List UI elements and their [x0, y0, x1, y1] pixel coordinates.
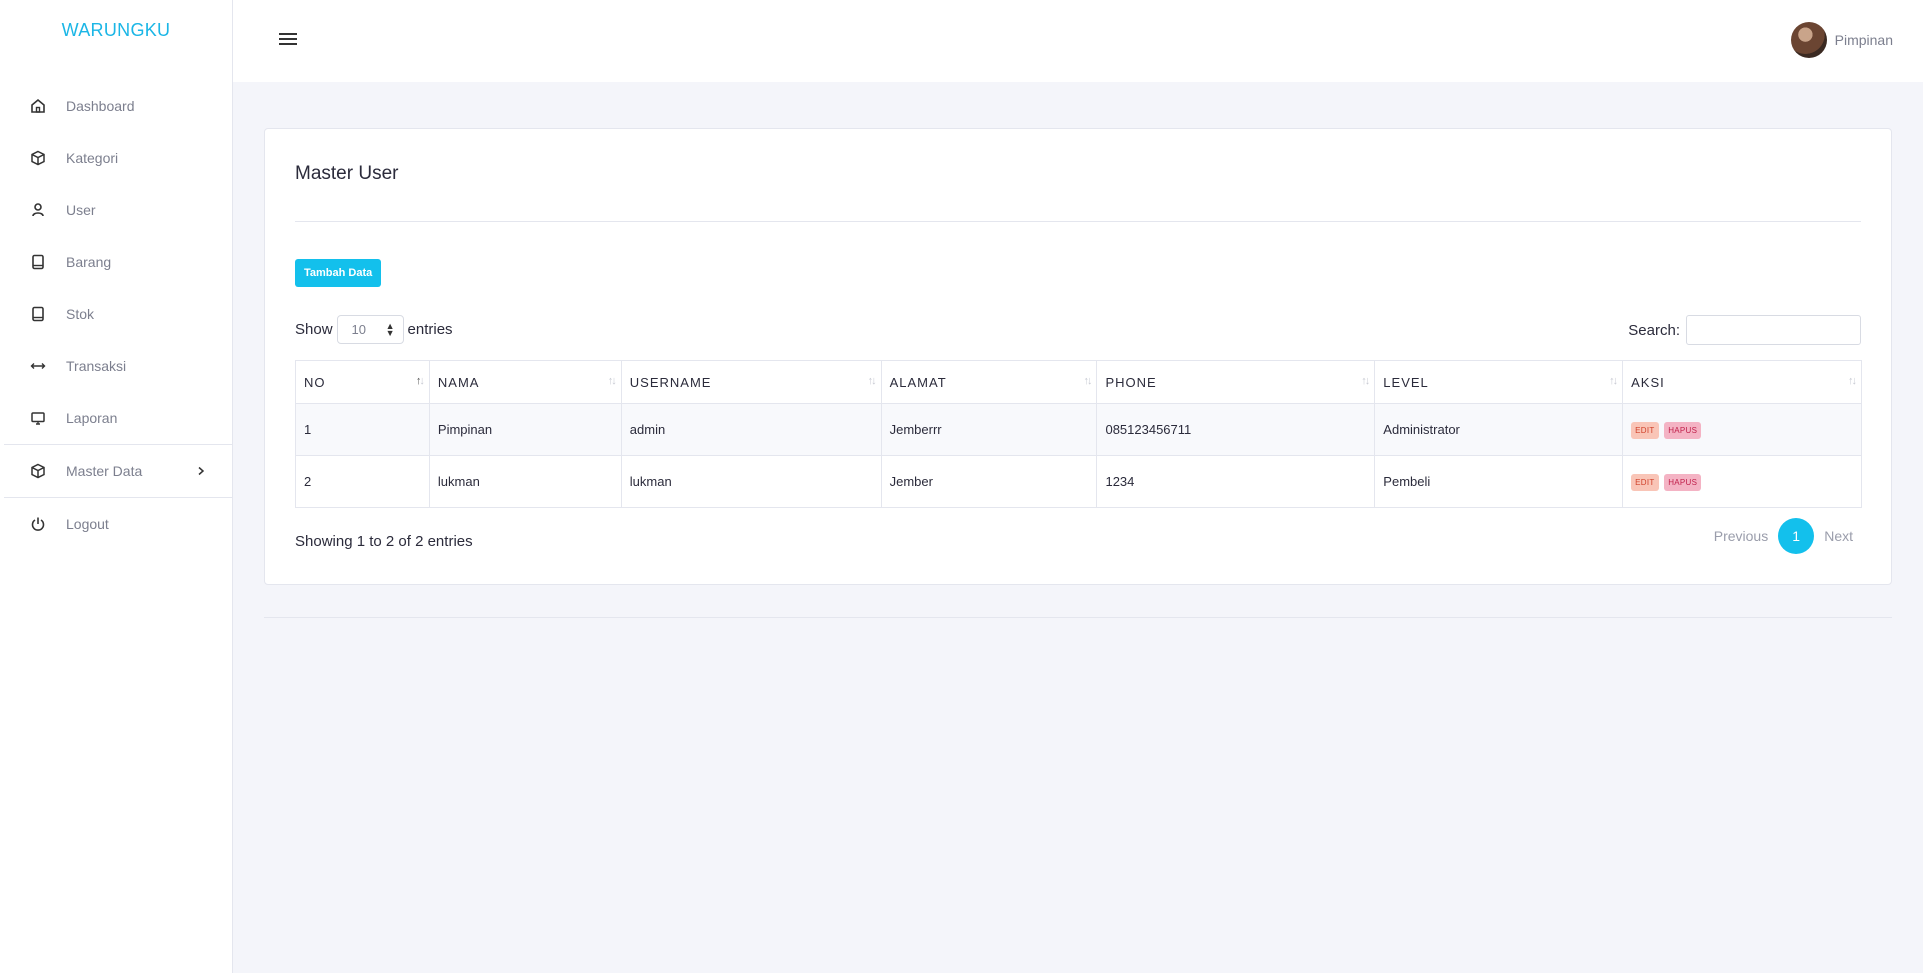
- home-icon: [30, 98, 46, 114]
- pagination-page-1[interactable]: 1: [1778, 518, 1815, 554]
- chevron-right-icon: [196, 463, 206, 479]
- cell-aksi: EDIT HAPUS: [1622, 403, 1862, 456]
- column-header-level[interactable]: LEVEL ↑↓: [1374, 360, 1624, 404]
- delete-button[interactable]: HAPUS: [1664, 473, 1702, 491]
- sidebar-item-barang[interactable]: Barang: [0, 236, 232, 288]
- table-search: Search:: [1628, 315, 1861, 345]
- show-label: Show: [295, 321, 333, 338]
- cell-no: 2: [295, 455, 430, 508]
- sort-icon: ↑↓: [1361, 375, 1370, 387]
- page-title: Master User: [295, 163, 399, 184]
- user-profile-menu[interactable]: Pimpinan: [1790, 22, 1893, 58]
- sort-icon: ↑↓: [415, 375, 425, 387]
- cell-level: Administrator: [1374, 403, 1624, 456]
- column-header-phone[interactable]: PHONE ↑↓: [1096, 360, 1376, 404]
- cube-icon: [30, 463, 46, 479]
- sidebar-item-label: Logout: [66, 516, 109, 532]
- column-header-aksi[interactable]: AKSI ↑↓: [1622, 360, 1862, 404]
- power-icon: [30, 516, 46, 532]
- sidebar-item-label: Transaksi: [66, 358, 127, 374]
- sidebar-item-label: Laporan: [66, 410, 118, 426]
- footer-divider: [264, 617, 1892, 618]
- entries-label: entries: [407, 321, 453, 338]
- cell-phone: 1234: [1096, 455, 1376, 508]
- cube-icon: [30, 150, 46, 166]
- table-info: Showing 1 to 2 of 2 entries: [295, 533, 473, 550]
- sort-icon: ↑↓: [1609, 375, 1618, 387]
- cell-nama: lukman: [428, 455, 622, 508]
- master-user-card: Master User Tambah Data Show 10 ▲ ▼ entri…: [264, 128, 1892, 585]
- sidebar-item-logout[interactable]: Logout: [0, 498, 232, 550]
- entries-length-select[interactable]: 10 ▲ ▼: [336, 315, 404, 344]
- entries-length-value: 10: [351, 322, 366, 337]
- profile-name: Pimpinan: [1834, 32, 1893, 48]
- sidebar-item-label: Master Data: [66, 463, 143, 479]
- divider: [295, 221, 1861, 222]
- column-header-alamat[interactable]: ALAMAT ↑↓: [880, 360, 1098, 404]
- search-input[interactable]: [1686, 315, 1861, 345]
- cell-alamat: Jember: [880, 455, 1098, 508]
- column-header-no[interactable]: NO ↑↓: [295, 360, 430, 404]
- pagination-previous[interactable]: Previous: [1706, 528, 1776, 544]
- brand-logo[interactable]: WARUNGKU: [0, 20, 232, 41]
- sidebar-item-laporan[interactable]: Laporan: [0, 392, 232, 444]
- sidebar-nav: Dashboard Kategori User Barang Stok Tran…: [0, 80, 232, 550]
- topbar: Pimpinan: [233, 0, 1923, 82]
- cell-no: 1: [295, 403, 430, 456]
- edit-button[interactable]: EDIT: [1631, 421, 1659, 439]
- entries-length-control: Show 10 ▲ ▼ entries: [295, 315, 453, 344]
- sidebar: WARUNGKU Dashboard Kategori User Barang: [0, 0, 233, 973]
- column-header-nama[interactable]: NAMA ↑↓: [428, 360, 622, 404]
- sidebar-item-label: Stok: [66, 306, 95, 322]
- sort-icon: ↑↓: [867, 375, 877, 387]
- sidebar-item-label: User: [66, 202, 96, 218]
- cell-phone: 085123456711: [1096, 403, 1376, 456]
- sidebar-item-label: Dashboard: [66, 98, 135, 114]
- column-header-username[interactable]: USERNAME ↑↓: [620, 360, 882, 404]
- table-header-row: NO ↑↓ NAMA ↑↓ USERNAME ↑↓ ALAMAT ↑↓ PHONE ↑↓ …: [295, 360, 1862, 404]
- cell-username: lukman: [620, 455, 882, 508]
- table-row: 2 lukman lukman Jember 1234 Pembeli EDIT…: [295, 455, 1862, 508]
- book-icon: [30, 254, 46, 270]
- sidebar-item-transaksi[interactable]: Transaksi: [0, 340, 232, 392]
- book-icon: [30, 306, 46, 322]
- sidebar-item-master-data[interactable]: Master Data: [0, 445, 232, 497]
- sidebar-item-kategori[interactable]: Kategori: [0, 132, 232, 184]
- sort-icon: ↑↓: [607, 375, 617, 387]
- user-table: NO ↑↓ NAMA ↑↓ USERNAME ↑↓ ALAMAT ↑↓ PHONE ↑↓ …: [295, 360, 1862, 508]
- sidebar-item-user[interactable]: User: [0, 184, 232, 236]
- delete-button[interactable]: HAPUS: [1664, 421, 1702, 439]
- monitor-icon: [30, 410, 46, 426]
- table-row: 1 Pimpinan admin Jemberrr 085123456711 A…: [295, 403, 1862, 456]
- menu-toggle-icon[interactable]: [279, 33, 297, 47]
- cell-alamat: Jemberrr: [880, 403, 1098, 456]
- cell-username: admin: [620, 403, 882, 456]
- add-data-button[interactable]: Tambah Data: [295, 259, 382, 287]
- sidebar-item-label: Kategori: [66, 150, 119, 166]
- edit-button[interactable]: EDIT: [1631, 473, 1659, 491]
- pagination-next[interactable]: Next: [1816, 528, 1861, 544]
- arrows-horizontal-icon: [30, 358, 46, 374]
- sidebar-item-stok[interactable]: Stok: [0, 288, 232, 340]
- pagination: Previous 1 Next: [1706, 518, 1861, 554]
- user-icon: [30, 202, 46, 218]
- sidebar-item-label: Barang: [66, 254, 112, 270]
- sort-icon: ↑↓: [1848, 375, 1857, 387]
- sort-icon: ↑↓: [1083, 375, 1092, 387]
- cell-level: Pembeli: [1374, 455, 1624, 508]
- avatar[interactable]: [1790, 22, 1827, 58]
- search-label: Search:: [1628, 321, 1680, 339]
- select-arrows-icon: ▲ ▼: [385, 320, 395, 338]
- cell-nama: Pimpinan: [428, 403, 622, 456]
- sidebar-item-dashboard[interactable]: Dashboard: [0, 80, 232, 132]
- cell-aksi: EDIT HAPUS: [1622, 455, 1862, 508]
